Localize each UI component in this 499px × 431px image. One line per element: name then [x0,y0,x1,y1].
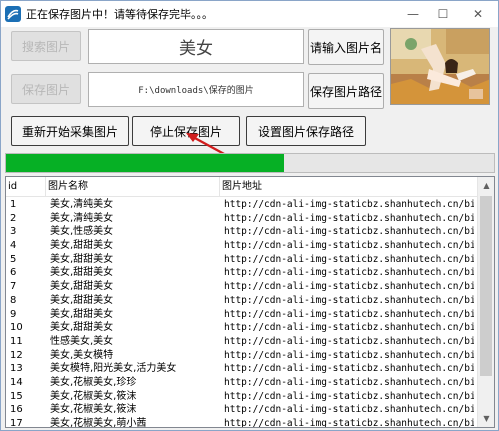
row-id: 16 [10,404,23,416]
list-row[interactable]: 1 美女,清纯美女 http://cdn-ali-img-staticbz.shan… [6,198,478,212]
row-id: 11 [10,335,23,347]
row-url: http://cdn-ali-img-staticbz.shanhutech.c… [224,335,474,347]
list-row[interactable]: 10 美女,甜甜美女 http://cdn-ali-img-staticbz.sha… [6,321,478,335]
column-header-url[interactable]: 图片地址 [220,177,478,197]
row-id: 4 [10,240,17,252]
close-icon[interactable]: ✕ [458,1,498,27]
save-progress-bar [5,153,495,173]
keyword-field[interactable]: 美女 [88,29,304,64]
list-row[interactable]: 9 美女,甜甜美女 http://cdn-ali-img-staticbz.shan… [6,308,478,322]
row-id: 13 [10,363,23,375]
scroll-up-icon[interactable]: ▲ [478,177,494,194]
window-controls: — ☐ ✕ [398,1,498,27]
row-id: 8 [10,294,17,306]
row-name: 美女,清纯美女 [50,199,114,210]
row-id: 9 [10,308,17,320]
list-rows: 1 美女,清纯美女 http://cdn-ali-img-staticbz.shan… [6,198,478,428]
list-row[interactable]: 17 美女,花椒美女,萌小茜 http://cdn-ali-img-staticbz… [6,417,478,428]
row-url: http://cdn-ali-img-staticbz.shanhutech.c… [224,349,474,361]
row-name: 美女,甜甜美女 [50,294,114,306]
row-id: 17 [10,418,23,428]
list-row[interactable]: 12 美女,美女模特 http://cdn-ali-img-staticbz.sha… [6,349,478,363]
list-row[interactable]: 7 美女,甜甜美女 http://cdn-ali-img-staticbz.shan… [6,280,478,294]
save-path-field[interactable]: F:\downloads\保存的图片 [88,72,304,107]
row-name: 美女模特,阳光美女,活力美女 [50,363,177,375]
preview-photo [391,29,489,104]
app-logo-icon [5,6,21,22]
row-url: http://cdn-ali-img-staticbz.shanhutech.c… [224,253,474,265]
column-header-name[interactable]: 图片名称 [46,177,220,197]
window-title: 正在保存图片中！请等待保存完毕。。。 [26,8,213,21]
row-url: http://cdn-ali-img-staticbz.shanhutech.c… [224,418,474,428]
list-row[interactable]: 3 美女,性感美女 http://cdn-ali-img-staticbz.shan… [6,225,478,239]
row-id: 1 [10,199,17,210]
row-url: http://cdn-ali-img-staticbz.shanhutech.c… [224,363,474,375]
minimize-icon[interactable]: — [398,1,428,27]
list-row[interactable]: 2 美女,清纯美女 http://cdn-ali-img-staticbz.shan… [6,212,478,226]
row-id: 15 [10,390,23,402]
save-images-button[interactable]: 保存图片 [11,74,81,104]
list-header: id 图片名称 图片地址 [6,177,478,197]
row-id: 14 [10,376,23,388]
row-name: 美女,花椒美女,萌小茜 [50,418,147,428]
row-name: 美女,花椒美女,筱沫 [50,390,137,402]
list-row[interactable]: 4 美女,甜甜美女 http://cdn-ali-img-staticbz.shan… [6,239,478,253]
list-row[interactable]: 11 性感美女,美女 http://cdn-ali-img-staticbz.sha… [6,335,478,349]
row-url: http://cdn-ali-img-staticbz.shanhutech.c… [224,376,474,388]
list-row[interactable]: 6 美女,甜甜美女 http://cdn-ali-img-staticbz.shan… [6,266,478,280]
maximize-icon[interactable]: ☐ [428,1,458,27]
row-url: http://cdn-ali-img-staticbz.shanhutech.c… [224,199,474,210]
vertical-scrollbar[interactable]: ▲ ▼ [477,177,494,427]
row-name: 美女,甜甜美女 [50,308,114,320]
row-url: http://cdn-ali-img-staticbz.shanhutech.c… [224,212,474,224]
list-row[interactable]: 5 美女,甜甜美女 http://cdn-ali-img-staticbz.shan… [6,253,478,267]
list-row[interactable]: 16 美女,花椒美女,筱沫 http://cdn-ali-img-staticbz.… [6,403,478,417]
row-name: 美女,甜甜美女 [50,281,114,293]
search-images-button[interactable]: 搜索图片 [11,31,81,61]
row-url: http://cdn-ali-img-staticbz.shanhutech.c… [224,294,474,306]
row-name: 美女,清纯美女 [50,212,114,224]
row-url: http://cdn-ali-img-staticbz.shanhutech.c… [224,267,474,279]
enter-image-name-button[interactable]: 请输入图片名 [308,29,384,65]
row-name: 美女,甜甜美女 [50,253,114,265]
title-bar: 正在保存图片中！请等待保存完毕。。。 — ☐ ✕ [1,1,498,27]
row-url: http://cdn-ali-img-staticbz.shanhutech.c… [224,226,474,238]
row-id: 7 [10,281,17,293]
list-row[interactable]: 13 美女模特,阳光美女,活力美女 http://cdn-ali-img-stati… [6,362,478,376]
row-url: http://cdn-ali-img-staticbz.shanhutech.c… [224,390,474,402]
restart-collect-button[interactable]: 重新开始采集图片 [11,116,129,146]
list-row[interactable]: 8 美女,甜甜美女 http://cdn-ali-img-staticbz.shan… [6,294,478,308]
row-url: http://cdn-ali-img-staticbz.shanhutech.c… [224,281,474,293]
progress-fill [6,154,285,172]
row-id: 6 [10,267,17,279]
save-image-path-button[interactable]: 保存图片路径 [308,73,384,109]
row-id: 12 [10,349,23,361]
row-name: 性感美女,美女 [50,335,114,347]
row-id: 2 [10,212,17,224]
row-name: 美女,甜甜美女 [50,322,114,334]
row-name: 美女,甜甜美女 [50,267,114,279]
row-id: 3 [10,226,17,238]
row-name: 美女,美女模特 [50,349,114,361]
row-url: http://cdn-ali-img-staticbz.shanhutech.c… [224,404,474,416]
row-name: 美女,性感美女 [50,226,114,238]
image-list[interactable]: id 图片名称 图片地址 1 美女,清纯美女 http://cdn-ali-img-… [5,176,495,428]
row-name: 美女,花椒美女,珍珍 [50,376,137,388]
list-row[interactable]: 14 美女,花椒美女,珍珍 http://cdn-ali-img-staticbz.… [6,376,478,390]
list-row[interactable]: 15 美女,花椒美女,筱沫 http://cdn-ali-img-staticbz.… [6,390,478,404]
app-window: 正在保存图片中！请等待保存完毕。。。 — ☐ ✕ 搜索图片 美女 请输入图片名 … [0,0,499,431]
row-url: http://cdn-ali-img-staticbz.shanhutech.c… [224,322,474,334]
scroll-down-icon[interactable]: ▼ [478,410,494,427]
column-header-id[interactable]: id [6,177,46,197]
row-name: 美女,甜甜美女 [50,240,114,252]
row-url: http://cdn-ali-img-staticbz.shanhutech.c… [224,240,474,252]
row-id: 10 [10,322,23,334]
row-url: http://cdn-ali-img-staticbz.shanhutech.c… [224,308,474,320]
set-save-path-button[interactable]: 设置图片保存路径 [246,116,366,146]
image-preview [390,28,490,105]
row-id: 5 [10,253,17,265]
scroll-thumb[interactable] [480,196,492,376]
row-name: 美女,花椒美女,筱沫 [50,404,137,416]
